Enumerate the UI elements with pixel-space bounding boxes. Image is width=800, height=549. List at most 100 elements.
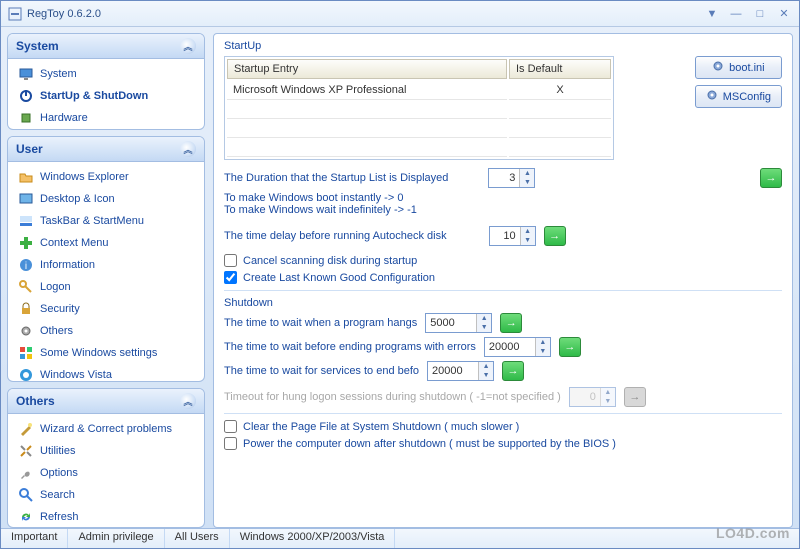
sidebar-item-search[interactable]: Search bbox=[10, 484, 202, 506]
panel-header-others[interactable]: Others ︽ bbox=[8, 389, 204, 414]
sidebar-item-label: Options bbox=[40, 467, 78, 479]
chevron-up-icon[interactable]: ︽ bbox=[180, 38, 196, 54]
wizard-icon bbox=[18, 421, 34, 437]
apply-services-button[interactable]: → bbox=[502, 361, 524, 381]
errors-label: The time to wait before ending programs … bbox=[224, 341, 476, 353]
spin-up-icon[interactable]: ▲ bbox=[521, 227, 535, 236]
panel-others: Others ︽ Wizard & Correct problems Utili… bbox=[7, 388, 205, 528]
status-admin: Admin privilege bbox=[68, 529, 164, 548]
apply-errors-button[interactable]: → bbox=[559, 337, 581, 357]
gear-icon bbox=[18, 323, 34, 339]
spin-up-icon[interactable]: ▲ bbox=[479, 362, 493, 371]
power-down-checkbox[interactable]: Power the computer down after shutdown (… bbox=[224, 437, 616, 450]
spin-up-icon[interactable]: ▲ bbox=[536, 338, 550, 347]
sidebar-item-options[interactable]: Options bbox=[10, 462, 202, 484]
maximize-button[interactable]: □ bbox=[751, 6, 769, 22]
sidebar-item-wizard-correct[interactable]: Wizard & Correct problems bbox=[10, 418, 202, 440]
minimize-button[interactable]: — bbox=[727, 6, 745, 22]
col-is-default[interactable]: Is Default bbox=[509, 59, 611, 79]
sidebar-item-system[interactable]: System bbox=[10, 63, 202, 85]
sidebar-item-label: Wizard & Correct problems bbox=[40, 423, 172, 435]
panel-header-system[interactable]: System ︽ bbox=[8, 34, 204, 59]
refresh-icon bbox=[18, 509, 34, 525]
panel-title: Others bbox=[16, 394, 55, 408]
sidebar-item-some-windows-settings[interactable]: Some Windows settings bbox=[10, 342, 202, 364]
hang-input[interactable] bbox=[426, 314, 476, 332]
folder-icon bbox=[18, 169, 34, 185]
table-row[interactable] bbox=[227, 140, 611, 157]
group-shutdown-title: Shutdown bbox=[224, 297, 782, 309]
windows-icon bbox=[18, 345, 34, 361]
spin-down-icon[interactable]: ▼ bbox=[477, 323, 491, 332]
sidebar-item-utilities[interactable]: Utilities bbox=[10, 440, 202, 462]
duration-input[interactable] bbox=[489, 169, 519, 187]
chevron-up-icon[interactable]: ︽ bbox=[180, 393, 196, 409]
vista-icon bbox=[18, 367, 34, 382]
plus-icon bbox=[18, 235, 34, 251]
content-panel: StartUp Startup Entry Is Default Microso… bbox=[213, 33, 793, 528]
panel-header-user[interactable]: User ︽ bbox=[8, 137, 204, 162]
sidebar-item-refresh[interactable]: Refresh bbox=[10, 506, 202, 528]
sidebar-item-startup-shutdown[interactable]: StartUp & ShutDown bbox=[10, 85, 202, 107]
apply-hang-button[interactable]: → bbox=[500, 313, 522, 333]
spin-down-icon[interactable]: ▼ bbox=[521, 236, 535, 245]
autocheck-spinner[interactable]: ▲▼ bbox=[489, 226, 536, 246]
chevron-up-icon[interactable]: ︽ bbox=[180, 141, 196, 157]
apply-autocheck-button[interactable]: → bbox=[544, 226, 566, 246]
gear-icon bbox=[712, 60, 724, 75]
app-icon bbox=[7, 6, 23, 22]
services-spinner[interactable]: ▲▼ bbox=[427, 361, 494, 381]
clear-pagefile-checkbox[interactable]: Clear the Page File at System Shutdown (… bbox=[224, 420, 519, 433]
bootini-button[interactable]: boot.ini bbox=[695, 56, 782, 79]
hang-label: The time to wait when a program hangs bbox=[224, 317, 417, 329]
status-important: Important bbox=[1, 529, 68, 548]
panel-title: System bbox=[16, 39, 59, 53]
table-row[interactable] bbox=[227, 102, 611, 119]
sidebar-item-label: StartUp & ShutDown bbox=[40, 90, 148, 102]
errors-input[interactable] bbox=[485, 338, 535, 356]
services-label: The time to wait for services to end bef… bbox=[224, 365, 419, 377]
sidebar-item-desktop-icon[interactable]: Desktop & Icon bbox=[10, 188, 202, 210]
cell-entry: Microsoft Windows XP Professional bbox=[227, 81, 507, 100]
sidebar-item-information[interactable]: iInformation bbox=[10, 254, 202, 276]
msconfig-button[interactable]: MSConfig bbox=[695, 85, 782, 108]
panel-title: User bbox=[16, 142, 43, 156]
table-row[interactable] bbox=[227, 121, 611, 138]
col-startup-entry[interactable]: Startup Entry bbox=[227, 59, 507, 79]
spin-down-icon[interactable]: ▼ bbox=[536, 347, 550, 356]
menu-dropdown-icon[interactable]: ▼ bbox=[703, 6, 721, 22]
spin-down-icon[interactable]: ▼ bbox=[520, 178, 534, 187]
sidebar-item-label: Context Menu bbox=[40, 237, 108, 249]
sidebar-item-label: Refresh bbox=[40, 511, 79, 523]
sidebar-item-logon[interactable]: Logon bbox=[10, 276, 202, 298]
cancel-scan-checkbox[interactable]: Cancel scanning disk during startup bbox=[224, 254, 417, 267]
sidebar-item-label: Utilities bbox=[40, 445, 75, 457]
lkgc-checkbox[interactable]: Create Last Known Good Configuration bbox=[224, 271, 435, 284]
autocheck-input[interactable] bbox=[490, 227, 520, 245]
sidebar-item-label: Desktop & Icon bbox=[40, 193, 115, 205]
services-input[interactable] bbox=[428, 362, 478, 380]
errors-spinner[interactable]: ▲▼ bbox=[484, 337, 551, 357]
spin-up-icon[interactable]: ▲ bbox=[520, 169, 534, 178]
window-title: RegToy 0.6.2.0 bbox=[27, 8, 703, 20]
timeout-label: Timeout for hung logon sessions during s… bbox=[224, 391, 561, 403]
spin-down-icon[interactable]: ▼ bbox=[479, 371, 493, 380]
search-icon bbox=[18, 487, 34, 503]
sidebar-item-context-menu[interactable]: Context Menu bbox=[10, 232, 202, 254]
hang-spinner[interactable]: ▲▼ bbox=[425, 313, 492, 333]
sidebar-item-windows-vista[interactable]: Windows Vista bbox=[10, 364, 202, 382]
apply-duration-button[interactable]: → bbox=[760, 168, 782, 188]
sidebar-item-others[interactable]: Others bbox=[10, 320, 202, 342]
sidebar-item-taskbar-startmenu[interactable]: TaskBar & StartMenu bbox=[10, 210, 202, 232]
sidebar-item-windows-explorer[interactable]: Windows Explorer bbox=[10, 166, 202, 188]
chip-icon bbox=[18, 110, 34, 126]
startup-table[interactable]: Startup Entry Is Default Microsoft Windo… bbox=[224, 56, 614, 160]
close-button[interactable]: ✕ bbox=[775, 6, 793, 22]
table-row[interactable]: Microsoft Windows XP Professional X bbox=[227, 81, 611, 100]
tools-icon bbox=[18, 443, 34, 459]
duration-spinner[interactable]: ▲▼ bbox=[488, 168, 535, 188]
spin-up-icon[interactable]: ▲ bbox=[477, 314, 491, 323]
sidebar-item-security[interactable]: Security bbox=[10, 298, 202, 320]
duration-hint2: To make Windows wait indefinitely -> -1 bbox=[224, 204, 782, 216]
sidebar-item-hardware[interactable]: Hardware bbox=[10, 107, 202, 129]
